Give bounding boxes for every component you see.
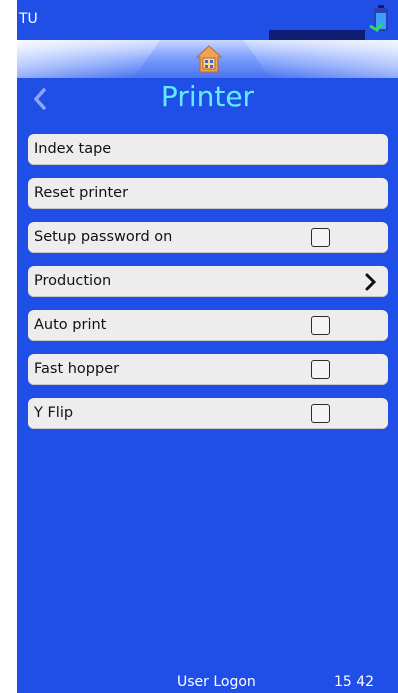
menu-item-auto-print[interactable]: Auto print xyxy=(28,310,388,341)
auto-print-checkbox[interactable] xyxy=(311,316,330,335)
menu-item-label: Reset printer xyxy=(34,185,129,201)
footer-bar: User Logon 15 42 xyxy=(17,672,398,693)
y-flip-checkbox[interactable] xyxy=(311,404,330,423)
menu-item-fast-hopper[interactable]: Fast hopper xyxy=(28,354,388,385)
menu-item-y-flip[interactable]: Y Flip xyxy=(28,398,388,429)
header-sheen-left xyxy=(17,40,161,78)
menu-item-label: Y Flip xyxy=(34,405,74,421)
home-icon[interactable] xyxy=(195,44,223,74)
device-id-label: TU xyxy=(19,11,38,27)
menu-item-label: Setup password on xyxy=(34,229,173,245)
title-row: Printer xyxy=(17,78,398,122)
page-title: Printer xyxy=(160,80,255,113)
menu-item-label: Fast hopper xyxy=(34,361,120,377)
battery-status-icon[interactable] xyxy=(369,4,393,34)
user-logon-button[interactable]: User Logon xyxy=(177,674,256,690)
chevron-right-icon xyxy=(365,273,377,291)
menu-item-setup-password-on[interactable]: Setup password on xyxy=(28,222,388,253)
status-strip xyxy=(269,30,365,40)
menu-item-reset-printer[interactable]: Reset printer xyxy=(28,178,388,209)
clock-time: 15 42 xyxy=(334,674,375,690)
menu-item-label: Index tape xyxy=(34,141,112,157)
app-screen: TU Printer Index tape Reset printer Setu… xyxy=(17,0,398,693)
fast-hopper-checkbox[interactable] xyxy=(311,360,330,379)
menu-item-label: Production xyxy=(34,273,112,289)
header-sheen-right xyxy=(243,40,398,78)
menu-item-production[interactable]: Production xyxy=(28,266,388,297)
status-bar: TU xyxy=(17,0,398,40)
settings-list: Index tape Reset printer Setup password … xyxy=(28,134,388,442)
setup-password-checkbox[interactable] xyxy=(311,228,330,247)
menu-item-label: Auto print xyxy=(34,317,107,333)
menu-item-index-tape[interactable]: Index tape xyxy=(28,134,388,165)
